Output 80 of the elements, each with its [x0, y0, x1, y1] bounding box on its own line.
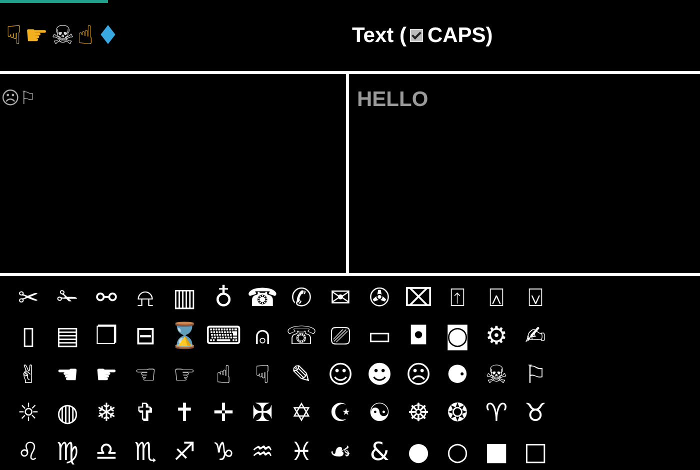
glyph-key[interactable]: ☙: [329, 438, 352, 464]
glyph-key[interactable]: ⊟: [135, 323, 156, 348]
wingding-glyph: ☠: [51, 22, 74, 48]
glyph-key[interactable]: ♍: [56, 438, 79, 464]
glyph-key[interactable]: ☟: [254, 362, 270, 387]
glyph-key[interactable]: ⚙: [485, 323, 508, 348]
text-input[interactable]: HELLO: [349, 74, 700, 273]
glyph-key[interactable]: ◙: [445, 323, 470, 348]
glyph-key[interactable]: ▭: [368, 323, 392, 348]
glyph-key[interactable]: ✎: [291, 362, 312, 387]
wingding-glyph: ☛: [24, 22, 48, 48]
glyph-key[interactable]: ❄: [96, 400, 117, 426]
glyph-key[interactable]: ☸: [407, 400, 430, 426]
glyph-key[interactable]: ☠: [485, 362, 508, 387]
glyph-key[interactable]: ☎: [246, 284, 278, 310]
glyph-key[interactable]: ❂: [447, 400, 468, 426]
glyph-key[interactable]: ☯: [368, 400, 391, 426]
glyph-key[interactable]: ⌨: [205, 323, 242, 348]
glyph-key[interactable]: ◘: [408, 323, 428, 348]
glyph-key[interactable]: ♉: [524, 400, 547, 426]
caps-label: CAPS): [427, 24, 493, 48]
glyph-key[interactable]: ✁: [57, 284, 78, 310]
glyph-key[interactable]: ♐: [173, 438, 196, 464]
glyph-key[interactable]: ⍾: [137, 284, 154, 310]
glyph-key[interactable]: ⚈: [446, 362, 469, 387]
glyph-key[interactable]: ⌧: [404, 284, 433, 310]
glyph-key[interactable]: ✂: [18, 284, 39, 310]
caps-checkbox[interactable]: [410, 29, 424, 42]
glyph-key[interactable]: ✞: [135, 400, 156, 426]
glyph-key[interactable]: ☪: [329, 400, 352, 426]
glyph-key[interactable]: ○: [446, 438, 468, 464]
glyph-key[interactable]: ☜: [134, 362, 157, 387]
glyph-key[interactable]: ✍: [525, 323, 546, 348]
glyph-key[interactable]: ⍌: [528, 284, 543, 310]
glyph-key[interactable]: ✉: [330, 284, 351, 310]
glyph-key[interactable]: ✌: [18, 362, 39, 387]
glyph-key[interactable]: ⌛: [169, 323, 200, 348]
glyph-key[interactable]: ♈: [485, 400, 508, 426]
glyph-key[interactable]: ⍝: [255, 323, 270, 348]
glyph-key[interactable]: ⎚: [330, 323, 350, 348]
glyph-key[interactable]: ◍: [56, 400, 78, 426]
glyph-key[interactable]: ☻: [366, 362, 393, 387]
glyph-key[interactable]: □: [524, 438, 548, 464]
glyph-key[interactable]: ☹: [405, 362, 432, 387]
glyph-key[interactable]: ♏: [134, 438, 157, 464]
output-text: ☹⚐: [0, 74, 349, 273]
glyph-key[interactable]: ☏: [286, 323, 318, 348]
glyph-key[interactable]: ✡: [291, 400, 312, 426]
glyph-key[interactable]: ⍓: [489, 284, 504, 310]
glyph-key[interactable]: ⚐: [524, 362, 547, 387]
glyph-key[interactable]: ⚯: [96, 284, 117, 310]
glyph-key[interactable]: ●: [408, 438, 430, 464]
glyph-key[interactable]: ♑: [212, 438, 235, 464]
glyph-key[interactable]: ☛: [95, 362, 118, 387]
glyph-key[interactable]: ♒: [251, 438, 274, 464]
wingding-glyph: ♦: [96, 22, 120, 48]
glyph-key[interactable]: ▥: [172, 284, 196, 310]
glyph-key[interactable]: ▯: [22, 323, 36, 348]
text-heading: Text (: [352, 24, 406, 48]
glyph-key[interactable]: ☝: [216, 362, 232, 387]
glyph-key[interactable]: ♎: [95, 438, 118, 464]
glyph-key[interactable]: ■: [484, 438, 508, 464]
glyph-key[interactable]: ❐: [95, 323, 118, 348]
glyph-key[interactable]: ✇: [369, 284, 390, 310]
wingding-glyph: ☝: [77, 22, 94, 48]
glyph-key[interactable]: ♌: [17, 438, 40, 464]
glyph-key[interactable]: ✆: [291, 284, 312, 310]
glyph-key[interactable]: &: [370, 438, 390, 464]
glyph-key[interactable]: ☚: [56, 362, 79, 387]
glyph-key[interactable]: ⍐: [450, 284, 465, 310]
glyph-key[interactable]: ▤: [56, 323, 80, 348]
glyph-key[interactable]: ✝: [174, 400, 195, 426]
glyph-key[interactable]: ✛: [213, 400, 234, 426]
glyph-key[interactable]: ☞: [173, 362, 196, 387]
glyph-key[interactable]: ☼: [17, 400, 40, 426]
glyph-key[interactable]: ♁: [214, 284, 233, 310]
glyph-key[interactable]: ☺: [327, 362, 354, 387]
glyph-key[interactable]: ♓: [290, 438, 313, 464]
wingding-glyph: ☟: [6, 22, 22, 48]
glyph-key[interactable]: ✠: [252, 400, 273, 426]
